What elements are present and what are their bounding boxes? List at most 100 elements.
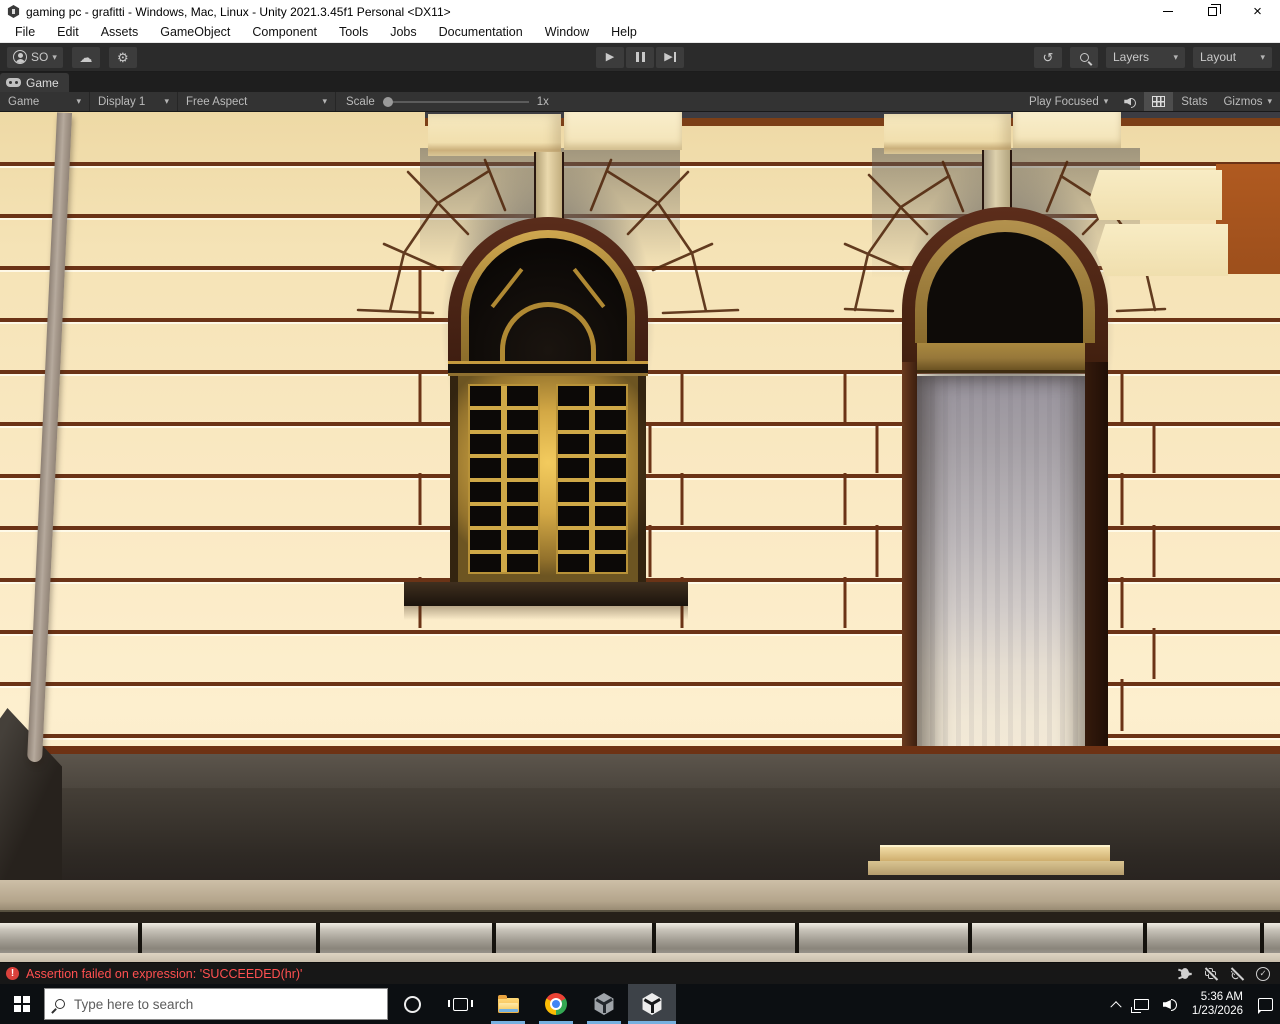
door-transom-bar [917, 343, 1085, 373]
cloud-services-button[interactable]: ☁ [71, 46, 100, 68]
play-icon: ▶ [605, 50, 615, 63]
display-dropdown[interactable]: Display 1 ▾ [90, 92, 178, 111]
mute-audio-button[interactable] [1116, 92, 1144, 111]
scale-slider[interactable] [382, 96, 529, 107]
taskbar-search-input[interactable] [74, 996, 377, 1012]
curb-stones [0, 923, 1280, 953]
scale-control: Scale 1x [336, 96, 559, 108]
volume-button[interactable] [1156, 984, 1184, 1024]
window-titlebar: gaming pc - grafitti - Windows, Mac, Lin… [0, 0, 1280, 23]
menu-help[interactable]: Help [600, 23, 648, 42]
clock-button[interactable]: 5:36 AM 1/23/2026 [1184, 984, 1251, 1024]
search-button[interactable] [1070, 46, 1098, 68]
step-button[interactable]: ▶ [656, 46, 684, 68]
menu-edit[interactable]: Edit [46, 23, 90, 42]
layout-dropdown[interactable]: Layout ▾ [1193, 46, 1272, 68]
sidewalk-ledge [0, 880, 1280, 912]
menu-file[interactable]: File [4, 23, 46, 42]
layers-dropdown[interactable]: Layers ▾ [1106, 46, 1185, 68]
tray-date: 1/23/2026 [1191, 1005, 1243, 1017]
tab-game[interactable]: Game [0, 73, 69, 92]
sidewalk-gap [0, 912, 1280, 923]
account-dropdown[interactable]: SO ▾ [7, 46, 63, 68]
speaker-icon [1163, 997, 1177, 1011]
scale-value: 1x [536, 95, 549, 108]
chevron-down-icon: ▾ [1103, 96, 1109, 106]
cornice-block [884, 114, 1011, 154]
unity-editor-button[interactable] [628, 984, 676, 1024]
game-viewport[interactable] [0, 112, 1280, 962]
grid-toggle-button[interactable] [1144, 92, 1174, 111]
taskbar-search[interactable] [44, 988, 388, 1020]
pause-button[interactable] [626, 46, 654, 68]
scale-slider-knob[interactable] [382, 96, 393, 107]
stats-button[interactable]: Stats [1173, 92, 1215, 111]
window-transom-bar [448, 361, 648, 376]
window-sill-shadow [404, 606, 688, 620]
grid-icon [1152, 96, 1166, 107]
aspect-ratio-dropdown[interactable]: Free Aspect ▾ [178, 92, 336, 111]
menu-tools[interactable]: Tools [328, 23, 379, 42]
menu-gameobject[interactable]: GameObject [149, 23, 241, 42]
chevron-down-icon: ▾ [52, 51, 57, 62]
task-view-button[interactable] [436, 984, 484, 1024]
unity-editor-icon [642, 993, 662, 1015]
cache-server-disabled-icon[interactable] [1204, 967, 1218, 980]
account-icon [13, 50, 27, 64]
action-center-button[interactable] [1251, 984, 1280, 1024]
step-icon: ▶ [664, 51, 676, 64]
gamepad-icon [6, 78, 21, 87]
unity-hub-button[interactable] [580, 984, 628, 1024]
menu-documentation[interactable]: Documentation [428, 23, 534, 42]
start-button[interactable] [0, 984, 44, 1024]
minimize-button[interactable] [1145, 0, 1190, 23]
speaker-icon [1124, 96, 1137, 108]
cloud-icon: ☁ [79, 49, 93, 65]
menu-assets[interactable]: Assets [90, 23, 150, 42]
gizmos-label: Gizmos [1223, 95, 1263, 108]
debugger-bug-icon[interactable] [1178, 967, 1192, 980]
cortana-button[interactable] [388, 984, 436, 1024]
menu-bar: File Edit Assets GameObject Component To… [0, 23, 1280, 43]
play-button[interactable]: ▶ [596, 46, 624, 68]
progress-check-icon[interactable]: ✓ [1256, 966, 1270, 981]
close-button[interactable]: × [1235, 0, 1280, 23]
undo-history-button[interactable]: ↺ [1034, 46, 1062, 68]
history-icon: ↺ [1042, 49, 1054, 65]
gameview-mode-label: Game [8, 95, 40, 108]
task-view-icon [447, 997, 473, 1011]
play-focused-dropdown[interactable]: Play Focused ▾ [1021, 92, 1116, 111]
gizmos-dropdown[interactable]: Gizmos ▾ [1215, 92, 1280, 111]
notification-icon [1258, 997, 1273, 1011]
network-button[interactable] [1127, 984, 1156, 1024]
layers-label: Layers [1113, 50, 1150, 64]
search-icon [1079, 52, 1089, 62]
unity-editor-window: gaming pc - grafitti - Windows, Mac, Lin… [0, 0, 1280, 1024]
chevron-down-icon: ▾ [1260, 51, 1265, 62]
menu-window[interactable]: Window [534, 23, 600, 42]
error-icon: ! [6, 967, 19, 980]
gameview-mode-dropdown[interactable]: Game ▾ [0, 92, 90, 111]
restore-button[interactable] [1190, 0, 1235, 23]
cornice-block [1013, 112, 1121, 148]
system-tray: 5:36 AM 1/23/2026 [1105, 984, 1280, 1024]
auto-refresh-disabled-icon[interactable]: ↻ [1230, 967, 1244, 982]
corner-quoin-block [1090, 170, 1222, 220]
chevron-down-icon: ▾ [164, 96, 169, 106]
chrome-button[interactable] [532, 984, 580, 1024]
hidden-icons-button[interactable] [1105, 984, 1127, 1024]
plinth-trim-stripe [0, 746, 1280, 754]
restore-icon [1208, 4, 1221, 16]
chevron-down-icon: ▾ [322, 96, 327, 106]
corner-quoin-block [1096, 224, 1228, 276]
menu-jobs[interactable]: Jobs [379, 23, 427, 42]
file-explorer-button[interactable] [484, 984, 532, 1024]
chevron-down-icon: ▾ [1267, 96, 1272, 106]
settings-hub-button[interactable]: ⚙ [108, 46, 137, 68]
aspect-ratio-label: Free Aspect [186, 95, 248, 108]
road-surface [0, 953, 1280, 962]
chrome-icon [545, 993, 567, 1015]
menu-component[interactable]: Component [241, 23, 328, 42]
minimize-icon [1162, 11, 1173, 12]
status-bar[interactable]: ! Assertion failed on expression: 'SUCCE… [0, 962, 1280, 984]
